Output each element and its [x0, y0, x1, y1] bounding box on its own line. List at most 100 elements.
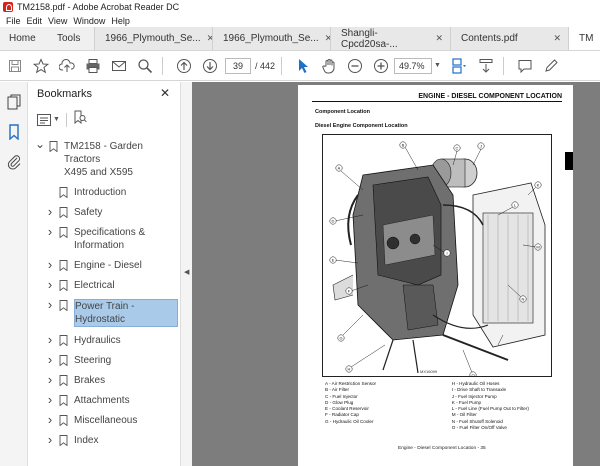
legend-column-right: H - Hydraulic Oil Hoses I - Drive Shaft t…: [452, 381, 555, 431]
bookmark-label: Introduction: [74, 186, 126, 199]
zoom-out-icon[interactable]: [344, 55, 366, 77]
pdf-page: ENGINE - DIESEL COMPONENT LOCATION Compo…: [298, 85, 573, 466]
upload-cloud-icon[interactable]: [56, 55, 78, 77]
bookmark-item[interactable]: ⌄ TM2158 - Garden Tractors X495 and X595: [29, 138, 180, 179]
bookmark-label-line: Steering: [74, 355, 112, 366]
engine-diagram-figure: A B C D E F G H I J K L M N O MX16099: [322, 134, 552, 377]
chevron-right-icon[interactable]: ›: [45, 298, 55, 311]
bookmark-item[interactable]: › Hydraulics: [29, 333, 180, 347]
menu-edit[interactable]: Edit: [27, 16, 43, 26]
chevron-right-icon[interactable]: ›: [45, 373, 55, 386]
chevron-right-icon[interactable]: ›: [45, 393, 55, 406]
tab-document[interactable]: 1966_Plymouth_Se... ✕: [94, 27, 214, 50]
bookmark-label-line: Electrical: [74, 280, 115, 291]
scroll-mode-icon[interactable]: [475, 55, 497, 77]
legend-entry: O - Fuel Filter On/Off Valve: [451, 425, 507, 431]
svg-text:N: N: [522, 296, 525, 301]
section-tab-marker: [565, 152, 573, 170]
chevron-right-icon[interactable]: ›: [45, 413, 55, 426]
bookmark-item[interactable]: Introduction: [29, 186, 180, 199]
tab-document[interactable]: Contents.pdf ✕: [450, 27, 568, 50]
zoom-level-select[interactable]: 49.7%: [394, 57, 433, 74]
chevron-down-icon[interactable]: ⌄: [35, 138, 45, 150]
select-cursor-icon[interactable]: [292, 55, 314, 77]
svg-text:E: E: [332, 257, 335, 262]
chevron-right-icon[interactable]: ›: [45, 225, 55, 238]
toolbar: 39 / 442 49.7% ▼: [0, 51, 600, 81]
menu-file[interactable]: File: [6, 16, 21, 26]
chevron-right-icon[interactable]: ›: [45, 278, 55, 291]
bookmark-item[interactable]: › Power Train - Hydrostatic: [29, 298, 180, 327]
bookmarks-title: Bookmarks: [37, 88, 93, 100]
window-title: TM2158.pdf - Adobe Acrobat Reader DC: [17, 2, 180, 12]
bookmark-options-icon[interactable]: ▼: [37, 113, 60, 126]
hand-tool-icon[interactable]: [318, 55, 340, 77]
bookmark-item[interactable]: › Attachments: [29, 393, 180, 407]
tab-tools[interactable]: Tools: [48, 27, 94, 50]
bookmark-search-icon[interactable]: [73, 110, 87, 129]
menu-help[interactable]: Help: [111, 16, 130, 26]
tab-home[interactable]: Home: [0, 27, 48, 50]
bookmark-star-icon[interactable]: [30, 55, 52, 77]
bookmark-icon: [59, 227, 68, 239]
panel-splitter[interactable]: ◀: [180, 82, 192, 466]
print-icon[interactable]: [82, 55, 104, 77]
tab-document-active[interactable]: TM: [568, 27, 600, 50]
bookmark-item[interactable]: › Specifications & Information: [29, 225, 180, 252]
bookmark-item[interactable]: › Steering: [29, 353, 180, 367]
bookmark-icon: [59, 187, 68, 199]
bookmark-label-line: Specifications &: [74, 227, 146, 238]
collapse-panel-icon[interactable]: ◀: [184, 268, 189, 276]
bookmark-label: Engine - Diesel: [74, 259, 142, 272]
menu-window[interactable]: Window: [73, 16, 105, 26]
chevron-right-icon[interactable]: ›: [45, 258, 55, 271]
bookmark-item[interactable]: › Electrical: [29, 278, 180, 292]
tab-document[interactable]: Shangli-Cpcd20sa-... ✕: [330, 27, 450, 50]
figure-legend: A - Air Restriction Sensor B - Air Filter…: [325, 381, 555, 431]
bookmark-label-line: X495 and X595: [64, 167, 133, 178]
bookmark-icon: [59, 207, 68, 219]
bookmark-label: Safety: [74, 206, 102, 219]
bookmark-item[interactable]: › Safety: [29, 205, 180, 219]
email-icon[interactable]: [108, 55, 130, 77]
chevron-right-icon[interactable]: ›: [45, 205, 55, 218]
bookmark-list: ⌄ TM2158 - Garden Tractors X495 and X595 In…: [29, 138, 180, 454]
previous-page-icon[interactable]: [173, 55, 195, 77]
bookmark-item[interactable]: › Miscellaneous: [29, 413, 180, 427]
tab-bar: Home Tools 1966_Plymouth_Se... ✕ 1966_Pl…: [0, 27, 600, 51]
bookmarks-panel-icon[interactable]: [6, 124, 22, 140]
menu-view[interactable]: View: [48, 16, 67, 26]
document-view[interactable]: ENGINE - DIESEL COMPONENT LOCATION Compo…: [192, 82, 600, 466]
search-icon[interactable]: [134, 55, 156, 77]
close-icon[interactable]: ✕: [160, 86, 170, 100]
pages-thumbnail-icon[interactable]: [6, 94, 22, 110]
bookmark-icon: [59, 260, 68, 272]
chevron-down-icon[interactable]: ▼: [434, 62, 441, 69]
chevron-right-icon[interactable]: ›: [45, 433, 55, 446]
attachments-paperclip-icon[interactable]: [6, 154, 22, 170]
bookmark-label-line: TM2158 - Garden Tractors: [64, 141, 143, 165]
engine-illustration: A B C D E F G H I J K L M N O: [329, 141, 546, 376]
page-display-icon[interactable]: [449, 55, 471, 77]
chevron-right-icon[interactable]: ›: [45, 333, 55, 346]
bookmark-item[interactable]: › Engine - Diesel: [29, 258, 180, 272]
next-page-icon[interactable]: [199, 55, 221, 77]
navigation-pane-strip: [0, 82, 28, 466]
comment-icon[interactable]: [514, 55, 536, 77]
chevron-right-icon[interactable]: ›: [45, 353, 55, 366]
zoom-in-icon[interactable]: [370, 55, 392, 77]
tab-document[interactable]: 1966_Plymouth_Se... ✕: [212, 27, 332, 50]
figure-caption: Diesel Engine Component Location: [315, 123, 408, 129]
svg-text:H: H: [348, 366, 351, 371]
bookmark-item[interactable]: › Index: [29, 433, 180, 447]
pen-icon[interactable]: [540, 55, 562, 77]
bookmark-icon: [59, 395, 68, 407]
bookmark-icon: [59, 280, 68, 292]
page-total: / 442: [255, 60, 276, 71]
bookmark-item[interactable]: › Brakes: [29, 373, 180, 387]
save-icon[interactable]: [4, 55, 26, 77]
page-number-input[interactable]: 39: [225, 57, 251, 74]
close-icon[interactable]: ✕: [435, 33, 443, 44]
close-icon[interactable]: ✕: [553, 33, 561, 44]
bookmark-label: Brakes: [74, 374, 105, 387]
